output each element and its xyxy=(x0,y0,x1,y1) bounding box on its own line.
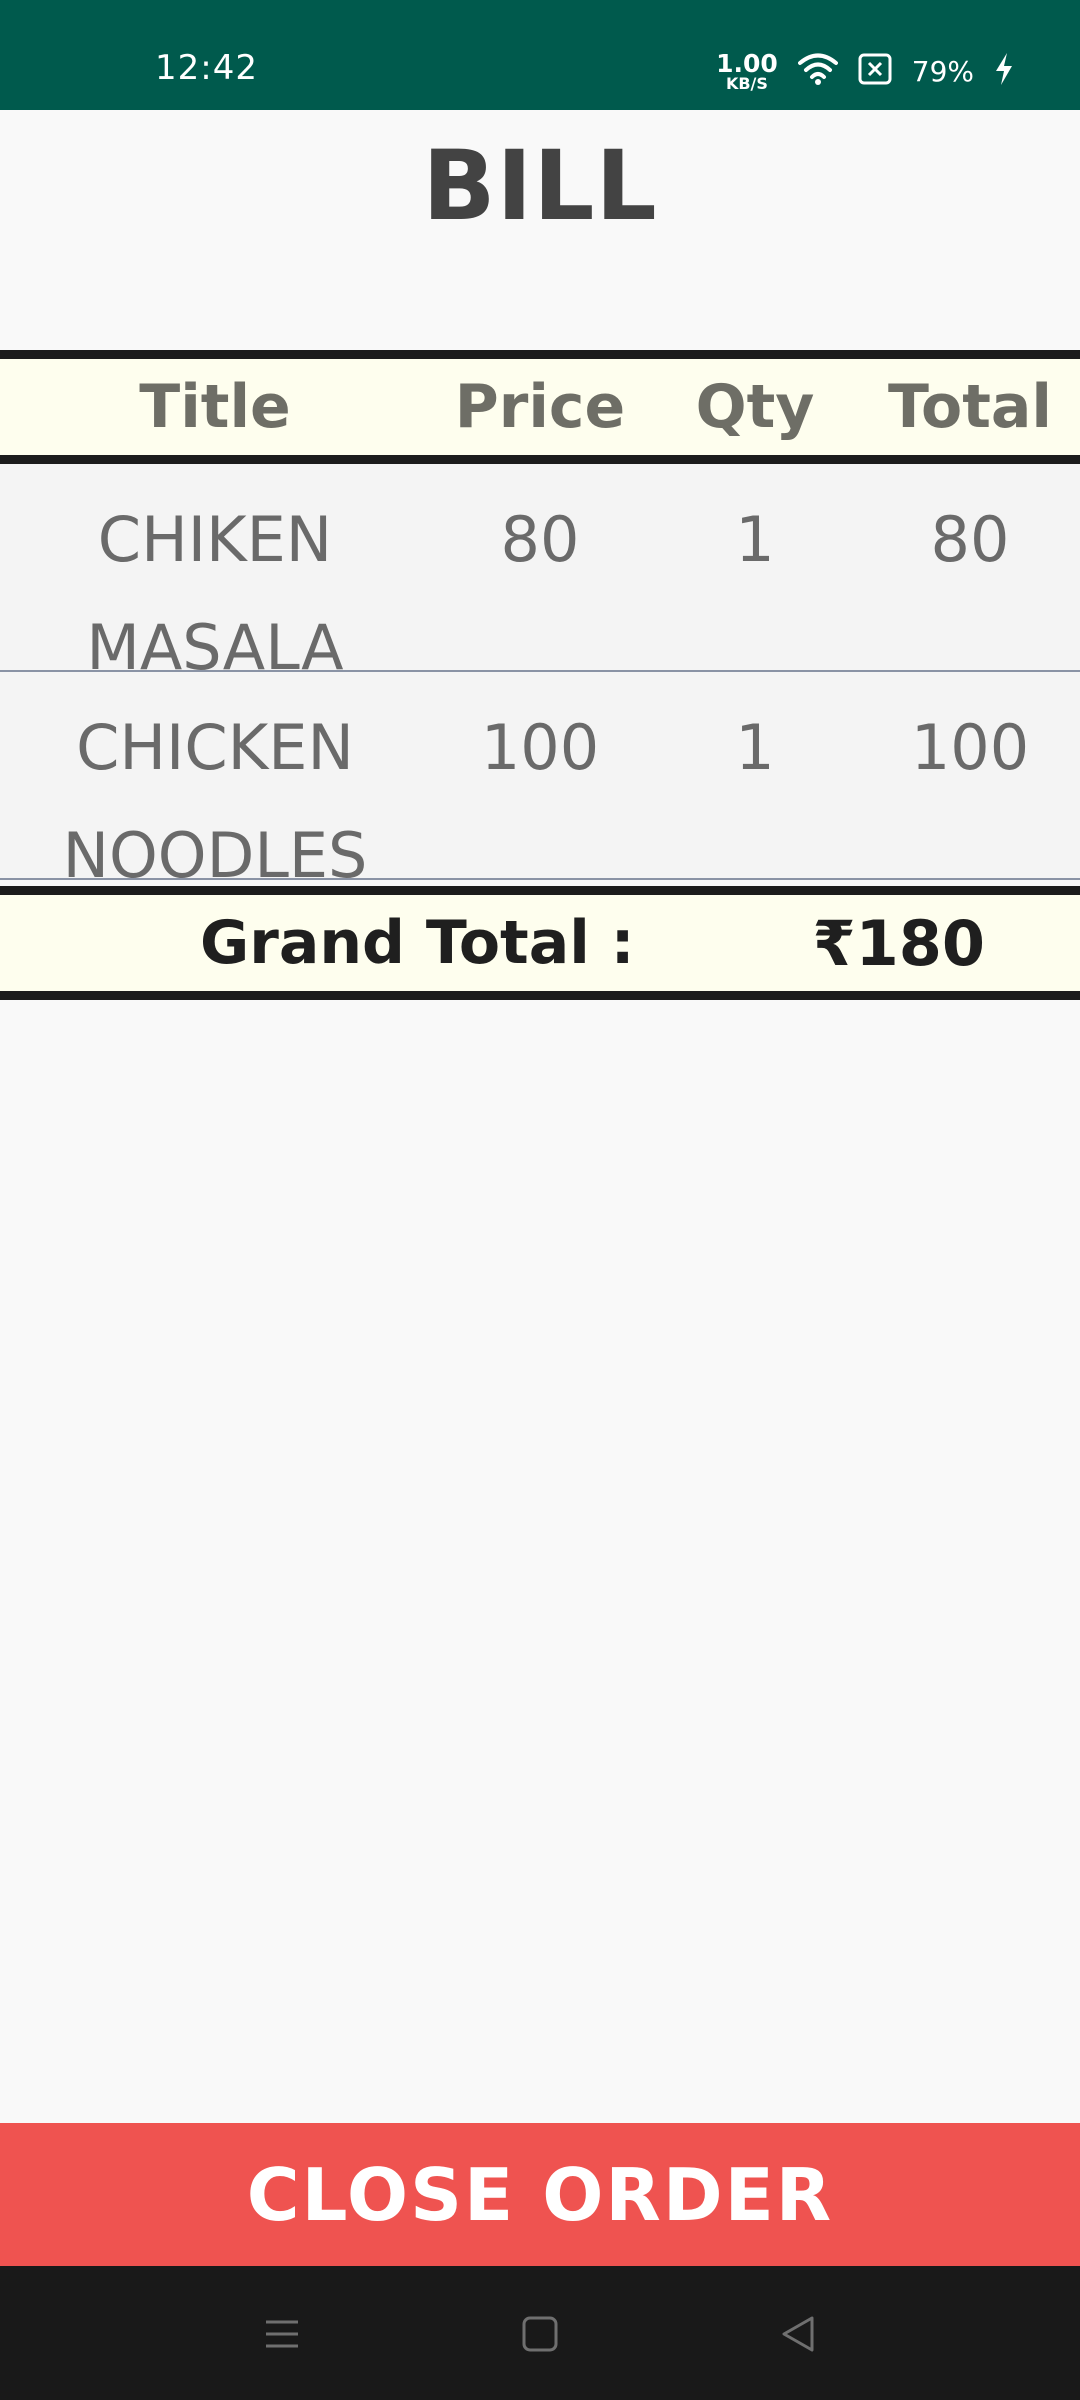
page-title: BILL xyxy=(422,130,658,242)
status-icons: 1.00 KB/S 79% xyxy=(716,48,1014,94)
battery-percent: 79% xyxy=(911,54,974,88)
item-price: 80 xyxy=(500,503,580,576)
menu-icon[interactable] xyxy=(252,2306,312,2362)
grand-total-label: Grand Total : xyxy=(200,908,635,978)
net-speed: 1.00 KB/S xyxy=(716,51,778,92)
back-icon[interactable] xyxy=(768,2306,828,2362)
table-row: CHIKEN MASALA 80 1 80 xyxy=(0,464,1080,684)
item-price: 100 xyxy=(480,711,600,784)
net-speed-value: 1.00 xyxy=(716,48,778,78)
status-time: 12:42 xyxy=(155,48,258,88)
net-speed-unit: KB/S xyxy=(725,73,768,93)
header-qty: Qty xyxy=(695,372,815,442)
no-sim-icon xyxy=(858,53,892,89)
status-bar: 12:42 1.00 KB/S 79% xyxy=(0,0,1080,110)
item-title: CHICKEN NOODLES xyxy=(62,711,368,892)
item-total: 100 xyxy=(910,711,1030,784)
item-total: 80 xyxy=(930,503,1010,576)
charging-icon xyxy=(994,52,1014,90)
navigation-bar xyxy=(0,2266,1080,2400)
item-qty: 1 xyxy=(735,503,775,576)
close-order-button[interactable]: CLOSE ORDER xyxy=(0,2123,1080,2266)
wifi-icon xyxy=(797,52,838,90)
grand-total-value: ₹180 xyxy=(812,906,985,980)
table-row: CHICKEN NOODLES 100 1 100 xyxy=(0,672,1080,892)
item-title: CHIKEN MASALA xyxy=(86,503,344,684)
header-price: Price xyxy=(454,372,626,442)
table-header: Title Price Qty Total xyxy=(0,350,1080,464)
home-icon[interactable] xyxy=(510,2306,570,2362)
header-title: Title xyxy=(139,372,291,442)
item-qty: 1 xyxy=(735,711,775,784)
bill-table: Title Price Qty Total CHIKEN MASALA 80 1… xyxy=(0,350,1080,1000)
header-total: Total xyxy=(888,372,1052,442)
